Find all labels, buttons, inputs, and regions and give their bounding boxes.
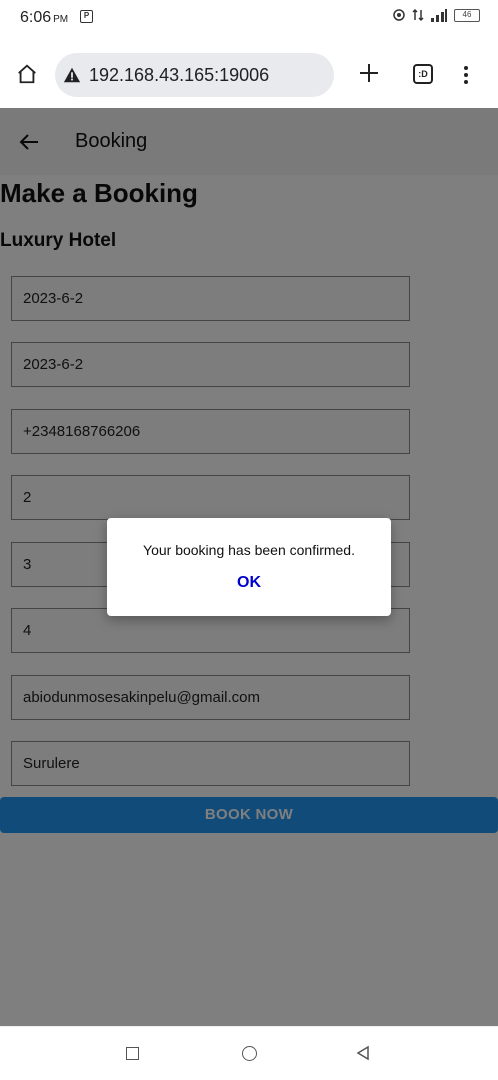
status-bar: 6:06 PM P 46: [0, 0, 498, 38]
home-button[interactable]: [242, 1046, 257, 1061]
system-nav-bar: [0, 1026, 498, 1080]
back-button[interactable]: [355, 1045, 371, 1061]
battery-icon: 46: [454, 8, 480, 22]
signal-icon: [431, 9, 447, 22]
status-time: 6:06 PM: [20, 9, 68, 27]
url-text[interactable]: 192.168.43.165:19006: [89, 65, 269, 86]
home-icon[interactable]: [16, 63, 38, 85]
data-arrows-icon: [412, 8, 424, 22]
new-tab-icon[interactable]: [358, 62, 380, 84]
more-options-icon[interactable]: [463, 65, 469, 85]
tab-switcher-button[interactable]: :D: [413, 64, 433, 84]
browser-toolbar: 192.168.43.165:19006 :D: [0, 38, 498, 108]
address-bar[interactable]: 192.168.43.165:19006: [55, 53, 334, 97]
hotspot-icon: [393, 9, 405, 21]
dialog-message: Your booking has been confirmed.: [143, 542, 355, 558]
status-time-value: 6:06: [20, 9, 52, 26]
ok-button[interactable]: OK: [219, 570, 279, 596]
status-icons: 46: [392, 8, 480, 22]
confirmation-dialog: Your booking has been confirmed. OK: [107, 518, 391, 616]
status-time-ampm: PM: [53, 14, 69, 25]
warning-icon[interactable]: [63, 66, 81, 84]
notification-app-icon: P: [80, 10, 93, 23]
recents-button[interactable]: [126, 1047, 139, 1060]
